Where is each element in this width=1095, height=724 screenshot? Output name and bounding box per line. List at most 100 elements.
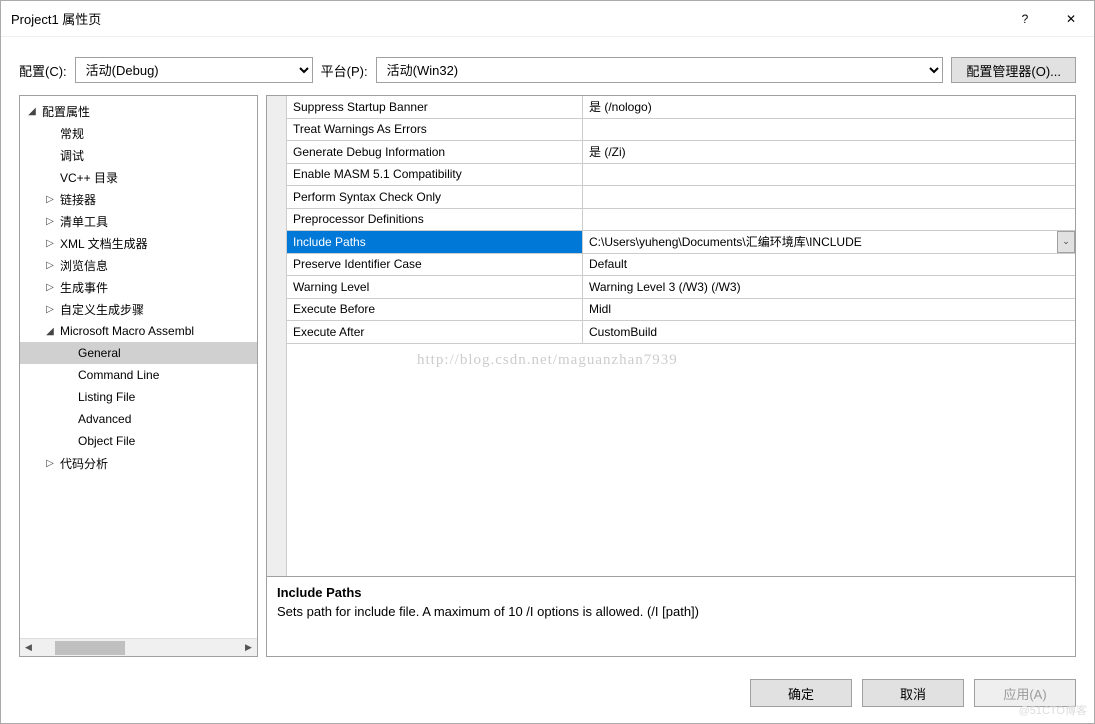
- grid-wrap: Suppress Startup Banner 是 (/nologo) Treat …: [267, 96, 1075, 576]
- scroll-thumb[interactable]: [55, 641, 125, 655]
- property-row[interactable]: Preserve Identifier CaseDefault: [287, 254, 1075, 277]
- ok-button[interactable]: 确定: [750, 679, 852, 707]
- config-select[interactable]: 活动(Debug): [75, 57, 313, 83]
- property-value-text: Midl: [589, 302, 611, 316]
- tree-item-label: 链接器: [56, 191, 96, 208]
- config-manager-button[interactable]: 配置管理器(O)...: [951, 57, 1076, 83]
- tree-item-build-events[interactable]: ▷生成事件: [20, 276, 257, 298]
- help-icon: ?: [1022, 12, 1029, 26]
- close-button[interactable]: ✕: [1048, 1, 1094, 36]
- tree-item-masm-cmdline[interactable]: Command Line: [20, 364, 257, 386]
- expand-arrow-icon[interactable]: ▷: [44, 282, 56, 293]
- property-value-text: C:\Users\yuheng\Documents\汇编环境库\INCLUDE: [589, 233, 862, 250]
- scroll-right-icon[interactable]: ▶: [240, 639, 257, 656]
- property-grid[interactable]: Suppress Startup Banner 是 (/nologo) Treat …: [287, 96, 1075, 576]
- property-value[interactable]: [583, 186, 1075, 208]
- tree-item-general-cfg[interactable]: 常规: [20, 122, 257, 144]
- tree-item-xml-doc[interactable]: ▷XML 文档生成器: [20, 232, 257, 254]
- expand-arrow-icon[interactable]: ▷: [44, 304, 56, 315]
- tree-item-masm[interactable]: ◢Microsoft Macro Assembl: [20, 320, 257, 342]
- tree-item-label: General: [74, 346, 121, 360]
- tree-item-masm-general[interactable]: General: [20, 342, 257, 364]
- property-value[interactable]: 是 (/Zi): [583, 141, 1075, 163]
- tree-item-vcpp-dirs[interactable]: VC++ 目录: [20, 166, 257, 188]
- property-row[interactable]: Enable MASM 5.1 Compatibility: [287, 164, 1075, 187]
- property-name: Perform Syntax Check Only: [287, 186, 583, 208]
- tree-item-label: 代码分析: [56, 455, 108, 472]
- tree-item-browse-info[interactable]: ▷浏览信息: [20, 254, 257, 276]
- property-name: Enable MASM 5.1 Compatibility: [287, 164, 583, 186]
- tree-item-label: 清单工具: [56, 213, 108, 230]
- expand-arrow-icon[interactable]: ▷: [44, 238, 56, 249]
- property-value[interactable]: 是 (/nologo): [583, 96, 1075, 118]
- config-label: 配置(C):: [19, 61, 67, 80]
- tree-item-config-properties[interactable]: ◢配置属性: [20, 100, 257, 122]
- tree-item-label: 调试: [56, 147, 84, 164]
- expand-arrow-icon[interactable]: ▷: [44, 194, 56, 205]
- property-value-text: Default: [589, 257, 627, 271]
- tree-item-label: 浏览信息: [56, 257, 108, 274]
- tree-item-code-analysis[interactable]: ▷代码分析: [20, 452, 257, 474]
- platform-select[interactable]: 活动(Win32): [376, 57, 944, 83]
- property-value[interactable]: CustomBuild: [583, 321, 1075, 343]
- tree-item-manifest-tool[interactable]: ▷清单工具: [20, 210, 257, 232]
- property-row[interactable]: Generate Debug Information是 (/Zi): [287, 141, 1075, 164]
- property-value[interactable]: Midl: [583, 299, 1075, 321]
- property-row[interactable]: Perform Syntax Check Only: [287, 186, 1075, 209]
- tree-item-masm-object[interactable]: Object File: [20, 430, 257, 452]
- tree-item-masm-listing[interactable]: Listing File: [20, 386, 257, 408]
- help-button[interactable]: ?: [1002, 1, 1048, 36]
- property-row[interactable]: Execute AfterCustomBuild: [287, 321, 1075, 344]
- tree-item-debugging[interactable]: 调试: [20, 144, 257, 166]
- tree[interactable]: ◢配置属性常规调试VC++ 目录▷链接器▷清单工具▷XML 文档生成器▷浏览信息…: [20, 96, 257, 638]
- cancel-button[interactable]: 取消: [862, 679, 964, 707]
- property-value[interactable]: [583, 164, 1075, 186]
- property-page-window: Project1 属性页 ? ✕ 配置(C): 活动(Debug) 平台(P):…: [0, 0, 1095, 724]
- main-area: ◢配置属性常规调试VC++ 目录▷链接器▷清单工具▷XML 文档生成器▷浏览信息…: [1, 95, 1094, 669]
- tree-item-custom-build-step[interactable]: ▷自定义生成步骤: [20, 298, 257, 320]
- tree-item-label: 常规: [56, 125, 84, 142]
- tree-item-masm-advanced[interactable]: Advanced: [20, 408, 257, 430]
- property-value[interactable]: Default: [583, 254, 1075, 276]
- tree-item-label: Microsoft Macro Assembl: [56, 324, 194, 338]
- expand-arrow-icon[interactable]: ▷: [44, 216, 56, 227]
- expand-arrow-icon[interactable]: ▷: [44, 458, 56, 469]
- property-name: Warning Level: [287, 276, 583, 298]
- topbar: 配置(C): 活动(Debug) 平台(P): 活动(Win32) 配置管理器(…: [1, 37, 1094, 95]
- tree-item-label: Command Line: [74, 368, 159, 382]
- expand-arrow-icon[interactable]: ▷: [44, 260, 56, 271]
- grid-gutter: [267, 96, 287, 576]
- description-text: Sets path for include file. A maximum of…: [277, 604, 1065, 619]
- property-value[interactable]: Warning Level 3 (/W3) (/W3): [583, 276, 1075, 298]
- property-name: Suppress Startup Banner: [287, 96, 583, 118]
- property-row[interactable]: Warning LevelWarning Level 3 (/W3) (/W3): [287, 276, 1075, 299]
- window-title: Project1 属性页: [11, 9, 1002, 28]
- property-row[interactable]: Suppress Startup Banner 是 (/nologo): [287, 96, 1075, 119]
- scroll-left-icon[interactable]: ◀: [20, 639, 37, 656]
- property-row[interactable]: Execute Before Midl: [287, 299, 1075, 322]
- property-row[interactable]: Treat Warnings As Errors: [287, 119, 1075, 142]
- tree-hscrollbar[interactable]: ◀ ▶: [20, 638, 257, 656]
- tree-item-linker[interactable]: ▷链接器: [20, 188, 257, 210]
- property-value[interactable]: C:\Users\yuheng\Documents\汇编环境库\INCLUDE ⌄: [583, 231, 1075, 253]
- property-name: Execute Before: [287, 299, 583, 321]
- tree-item-label: 配置属性: [38, 103, 90, 120]
- tree-item-label: 生成事件: [56, 279, 108, 296]
- expand-arrow-icon[interactable]: ◢: [26, 106, 38, 117]
- tree-panel: ◢配置属性常规调试VC++ 目录▷链接器▷清单工具▷XML 文档生成器▷浏览信息…: [19, 95, 258, 657]
- property-row[interactable]: Preprocessor Definitions: [287, 209, 1075, 232]
- property-grid-panel: Suppress Startup Banner 是 (/nologo) Treat …: [266, 95, 1076, 657]
- corner-watermark: @51CTO博客: [1019, 702, 1087, 718]
- property-row[interactable]: Include PathsC:\Users\yuheng\Documents\汇…: [287, 231, 1075, 254]
- chevron-down-icon[interactable]: ⌄: [1057, 231, 1075, 253]
- expand-arrow-icon[interactable]: ◢: [44, 326, 56, 337]
- footer: 确定 取消 应用(A): [1, 669, 1094, 723]
- property-name: Preprocessor Definitions: [287, 209, 583, 231]
- platform-label: 平台(P):: [321, 61, 368, 80]
- property-value[interactable]: [583, 119, 1075, 141]
- description-panel: Include Paths Sets path for include file…: [267, 576, 1075, 656]
- property-name: Execute After: [287, 321, 583, 343]
- close-icon: ✕: [1066, 12, 1076, 26]
- property-value-text: 是 (/nologo): [589, 98, 652, 115]
- property-value[interactable]: [583, 209, 1075, 231]
